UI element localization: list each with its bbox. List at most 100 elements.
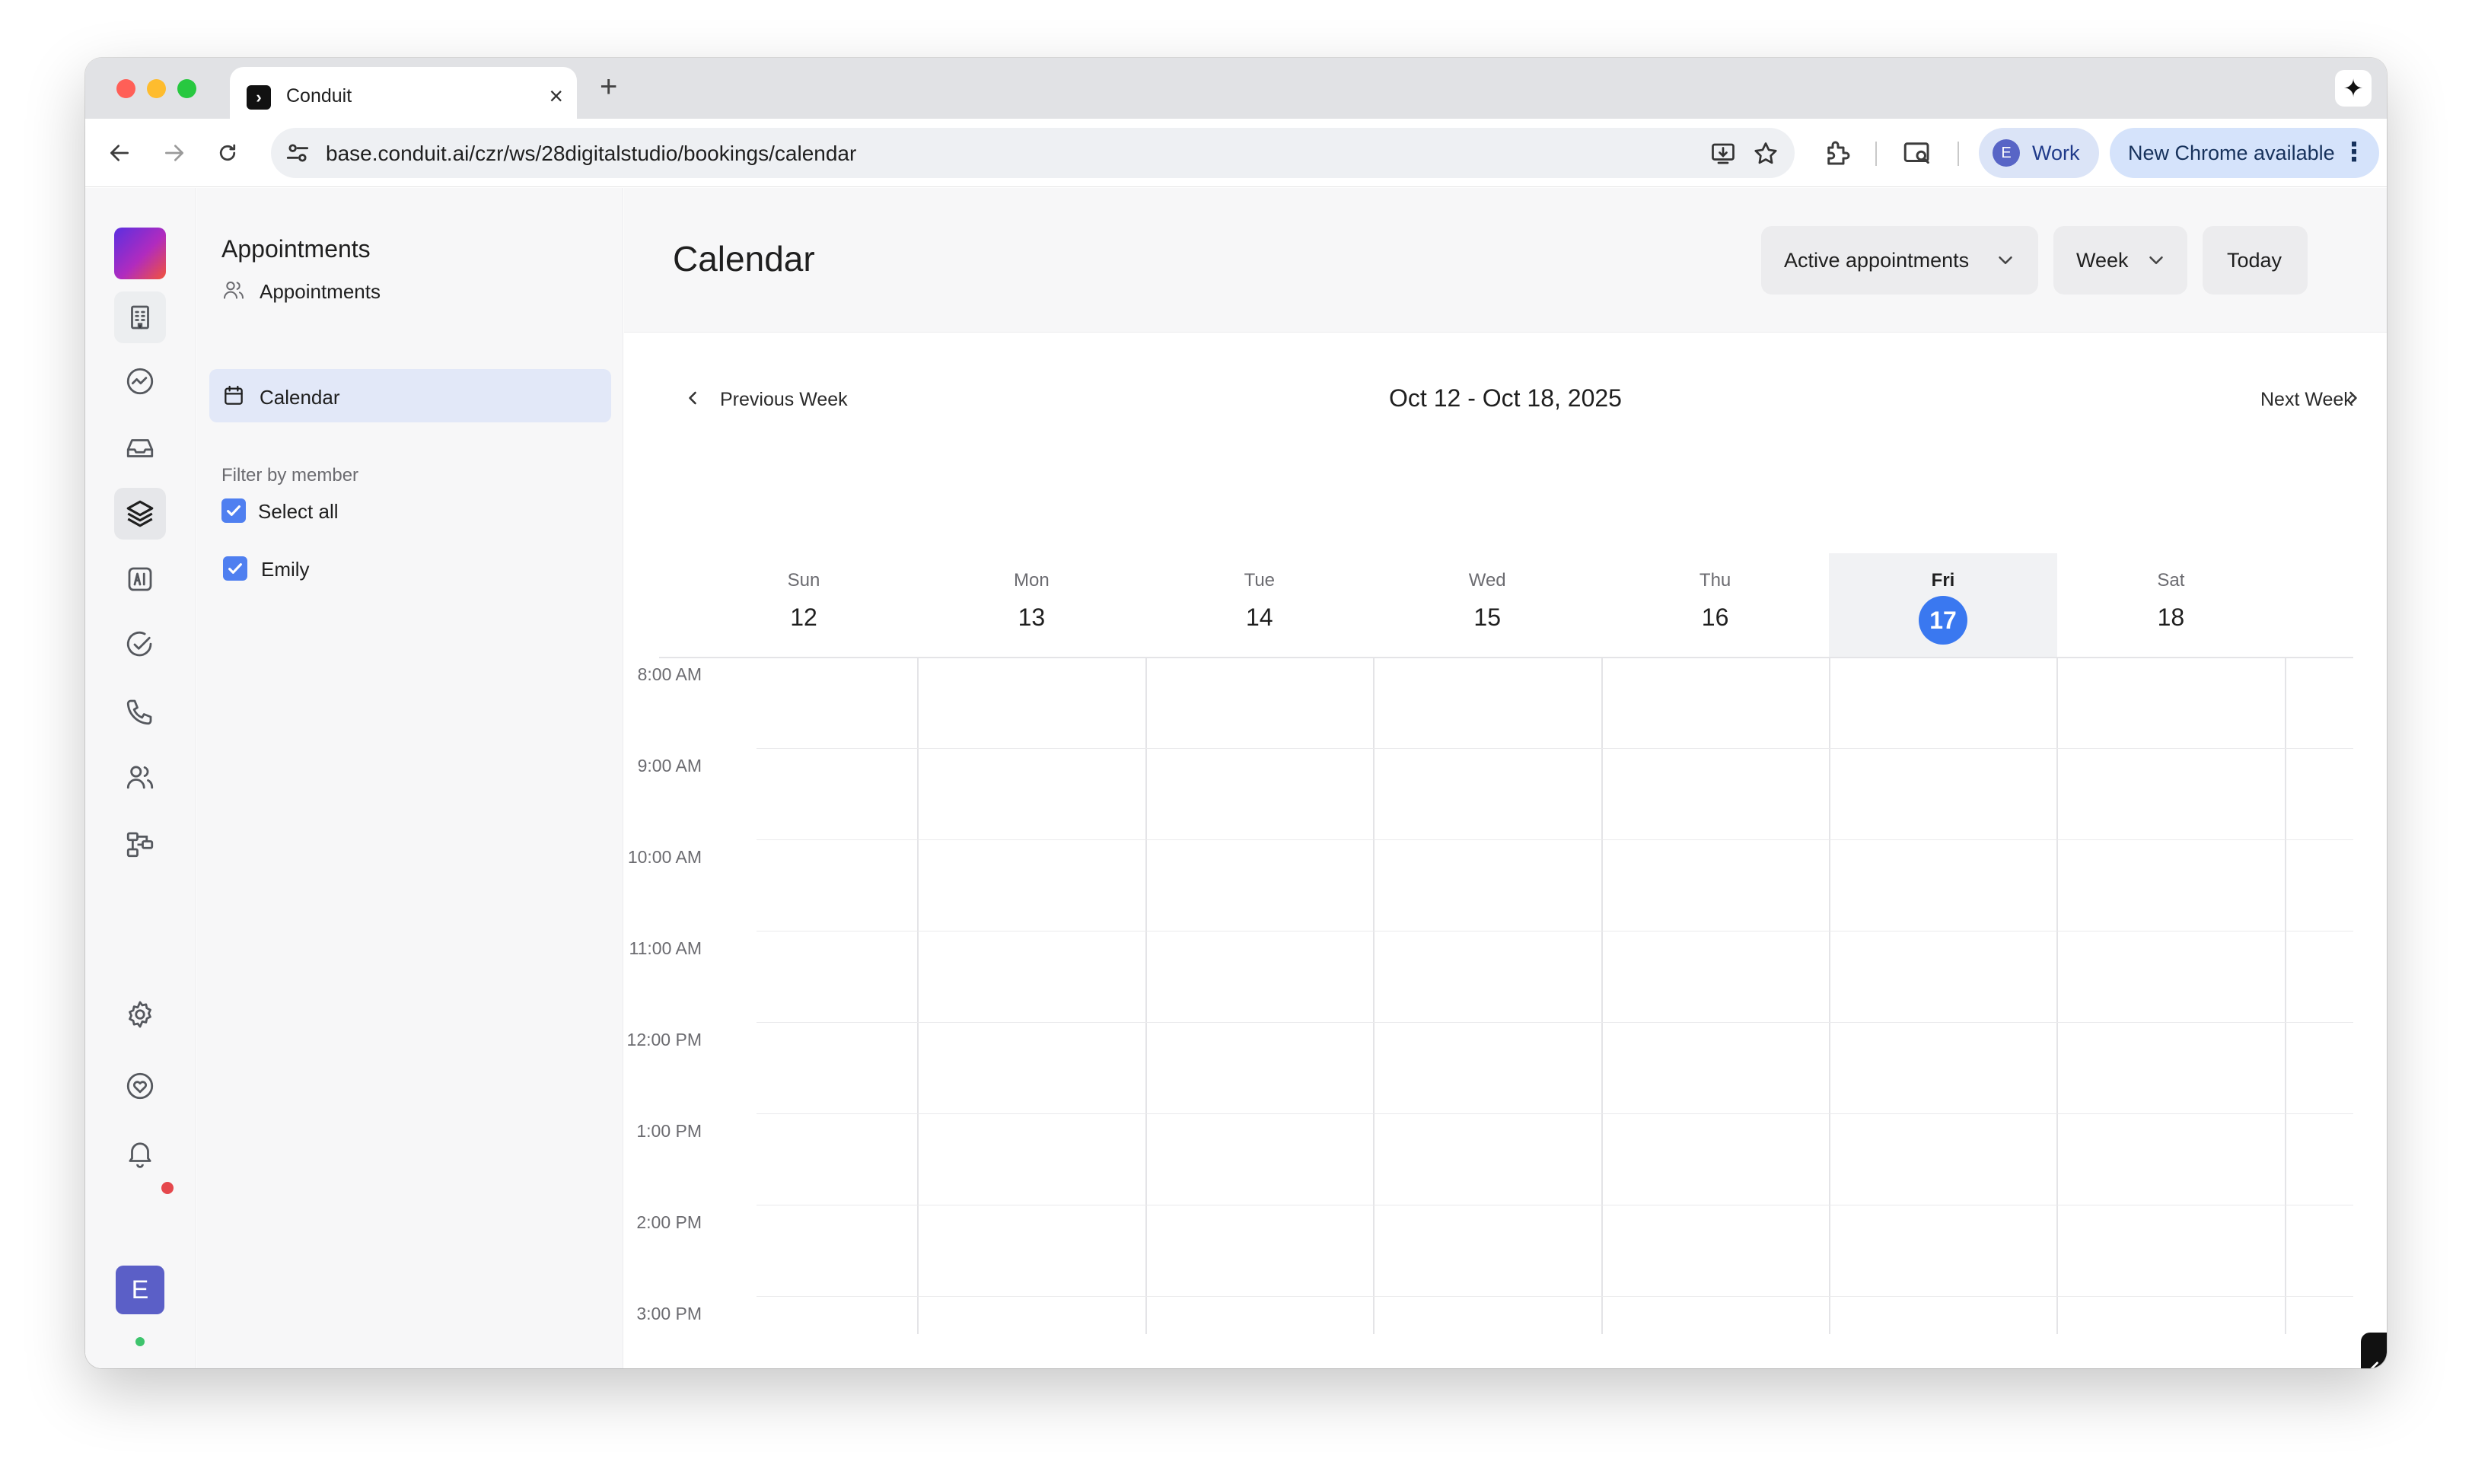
new-tab-button[interactable]: +	[600, 72, 617, 102]
member-checkbox-emily[interactable]	[223, 556, 247, 581]
rail-item-activity[interactable]	[114, 355, 166, 407]
reload-button[interactable]	[210, 135, 245, 170]
rail-item-workspace[interactable]	[114, 291, 166, 343]
conduit-favicon-icon: ›	[247, 85, 271, 110]
day-header[interactable]: Sun 12	[690, 553, 918, 657]
day-header[interactable]: Wed 15	[1373, 553, 1601, 657]
day-header[interactable]: Thu 16	[1601, 553, 1830, 657]
rail-item-tasks[interactable]	[114, 619, 166, 670]
sidebar-title: Appointments	[221, 235, 371, 263]
inbox-icon	[126, 439, 154, 457]
rail-item-notifications[interactable]	[114, 1127, 166, 1179]
hour-gridline	[757, 1296, 2353, 1297]
toolbar-divider	[1958, 142, 1959, 166]
chrome-update-button[interactable]: New Chrome available ⋮	[2110, 128, 2379, 178]
sidebar-item-appointments[interactable]: Appointments	[209, 263, 611, 317]
heart-icon	[126, 1072, 154, 1100]
app-root: E Appointments Appointments Calendar Fil…	[85, 188, 2387, 1368]
rail-item-inbox[interactable]	[114, 422, 166, 474]
bookmark-star-icon[interactable]	[1752, 140, 1779, 167]
filter-dropdown-label: Active appointments	[1784, 249, 1970, 272]
tab-title: Conduit	[286, 85, 352, 107]
forward-button[interactable]	[157, 135, 192, 170]
hour-gridline	[757, 839, 2353, 840]
next-week-button[interactable]: Next Week	[2260, 378, 2375, 419]
browser-tab[interactable]: › Conduit ×	[230, 67, 577, 119]
nav-rail: E	[85, 188, 196, 1368]
time-label: 8:00 AM	[637, 664, 702, 684]
select-all-checkbox[interactable]	[221, 498, 246, 523]
notification-badge	[161, 1182, 174, 1194]
back-button[interactable]	[102, 135, 137, 170]
day-number: 12	[790, 603, 817, 631]
page-header: Calendar Active appointments Week Today	[624, 188, 2387, 333]
ai-icon	[128, 567, 152, 591]
tab-strip: › Conduit × + ✦	[85, 58, 2387, 119]
address-bar[interactable]: base.conduit.ai/czr/ws/28digitalstudio/b…	[271, 128, 1795, 178]
collapse-panel-button[interactable]	[2361, 1333, 2387, 1368]
users-icon	[224, 282, 244, 299]
next-week-label: Next Week	[2260, 389, 2353, 410]
profile-button[interactable]: E Work	[1979, 128, 2099, 178]
user-avatar[interactable]: E	[116, 1266, 164, 1314]
day-name: Mon	[1014, 570, 1050, 591]
extensions-icon[interactable]	[1822, 137, 1854, 169]
rail-item-contacts[interactable]	[114, 751, 166, 803]
check-circle-icon	[126, 631, 152, 657]
minimize-window-button[interactable]	[147, 79, 166, 98]
appointment-filter-dropdown[interactable]: Active appointments	[1761, 226, 2038, 295]
rail-item-workflows[interactable]	[114, 818, 166, 870]
day-header[interactable]: Tue 14	[1145, 553, 1374, 657]
more-menu-icon[interactable]: ⋮	[2341, 135, 2367, 169]
rail-item-favorites[interactable]	[114, 1060, 166, 1112]
today-button[interactable]: Today	[2203, 226, 2308, 295]
workspace-logo[interactable]	[114, 228, 166, 279]
day-column-divider	[2284, 657, 2286, 1334]
arrow-right-icon	[165, 145, 183, 161]
url-text[interactable]: base.conduit.ai/czr/ws/28digitalstudio/b…	[326, 142, 856, 166]
rail-item-ai[interactable]	[114, 553, 166, 605]
chrome-update-label: New Chrome available	[2128, 142, 2335, 164]
toolbar-divider	[1875, 142, 1877, 166]
day-column-divider	[1145, 657, 1147, 1334]
day-column-divider	[2056, 657, 2059, 1334]
chevron-down-icon	[2149, 256, 2163, 264]
hour-gridline	[757, 748, 2353, 749]
chevron-left-icon	[689, 391, 696, 405]
day-number: 18	[2157, 603, 2185, 631]
day-header[interactable]: Sat 18	[2056, 553, 2285, 657]
day-header[interactable]: Mon 13	[917, 553, 1145, 657]
day-number: 16	[1701, 603, 1729, 631]
filter-label: Emily	[261, 558, 310, 581]
filter-section-title: Filter by member	[221, 465, 359, 486]
day-column-divider	[917, 657, 919, 1334]
previous-week-button[interactable]: Previous Week	[682, 378, 865, 419]
tab-close-icon[interactable]: ×	[549, 81, 563, 111]
phone-icon	[126, 699, 152, 725]
rail-item-bookings[interactable]	[114, 488, 166, 540]
day-column-divider	[1601, 657, 1603, 1334]
main-content: Calendar Active appointments Week Today …	[624, 188, 2387, 1368]
rail-item-settings[interactable]	[114, 989, 166, 1040]
profile-label: Work	[2032, 142, 2080, 164]
hour-gridline	[757, 1022, 2353, 1023]
sidebar-item-label: Calendar	[260, 386, 340, 409]
tab-search-icon[interactable]	[1901, 137, 1933, 169]
sidebar-item-calendar[interactable]: Calendar	[209, 369, 611, 422]
day-header[interactable]: Fri 17	[1829, 553, 2057, 657]
today-date-badge: 17	[1919, 596, 1967, 645]
day-name: Wed	[1468, 570, 1506, 591]
gemini-icon[interactable]: ✦	[2335, 70, 2372, 107]
view-dropdown[interactable]: Week	[2053, 226, 2187, 295]
browser-window: › Conduit × + ✦ base.conduit.ai/czr/ws/2…	[85, 58, 2387, 1368]
previous-week-label: Previous Week	[720, 389, 848, 410]
calendar-icon	[225, 385, 243, 405]
chevron-right-icon	[2349, 391, 2357, 405]
close-window-button[interactable]	[116, 79, 135, 98]
zoom-window-button[interactable]	[177, 79, 196, 98]
day-name: Fri	[1931, 570, 1955, 591]
install-app-icon[interactable]	[1709, 140, 1737, 167]
site-info-icon[interactable]	[283, 139, 312, 167]
rail-item-calls[interactable]	[114, 686, 166, 737]
day-number: 14	[1246, 603, 1273, 631]
